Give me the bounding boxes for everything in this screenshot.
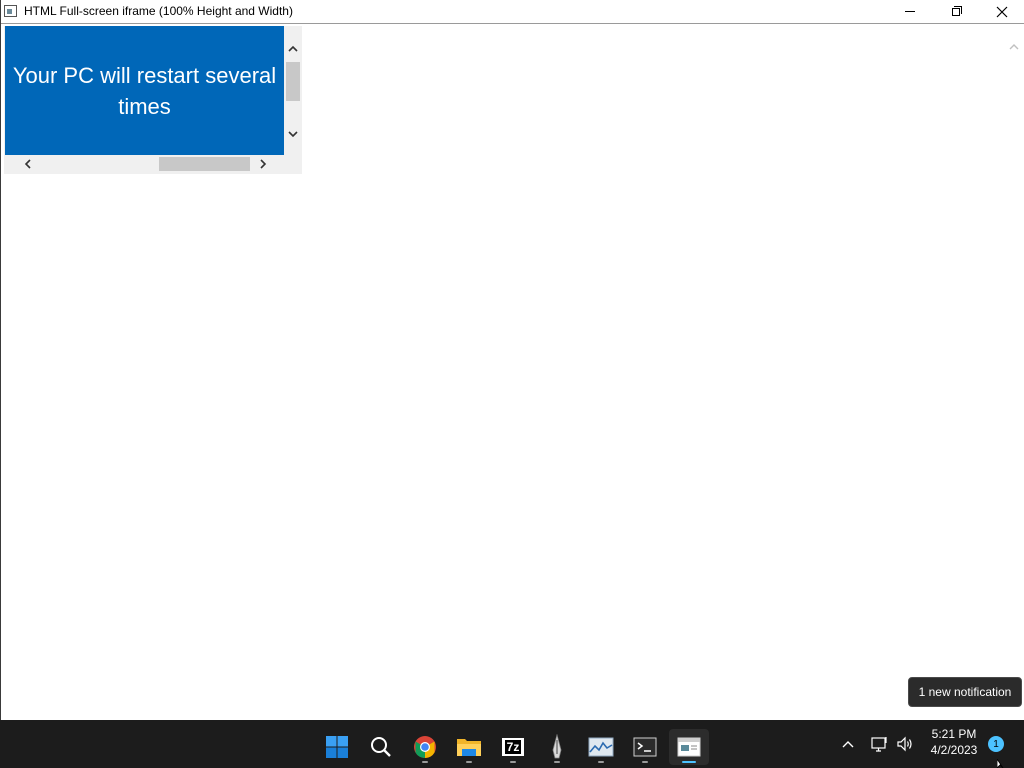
running-indicator xyxy=(554,761,560,763)
volume-button[interactable] xyxy=(895,734,915,754)
chevron-left-icon xyxy=(24,159,31,169)
restore-button[interactable] xyxy=(933,0,979,23)
chevron-up-icon xyxy=(842,741,854,748)
minimize-icon xyxy=(905,11,915,12)
folder-icon xyxy=(457,739,481,756)
running-indicator xyxy=(682,761,696,763)
running-indicator xyxy=(510,761,516,763)
running-indicator xyxy=(642,761,648,763)
chevron-up-icon xyxy=(1009,43,1019,49)
running-indicator xyxy=(466,761,472,763)
chart-icon xyxy=(588,737,614,757)
chrome-icon xyxy=(414,736,436,758)
taskbar-clock[interactable]: 5:21 PM 4/2/2023 xyxy=(920,726,988,758)
iframe-scroll-down-arrow[interactable] xyxy=(286,127,300,141)
running-indicator xyxy=(422,761,428,763)
taskbar-search-button[interactable] xyxy=(361,729,401,765)
mouse-cursor-icon xyxy=(997,759,1004,768)
close-icon xyxy=(996,6,1008,17)
notification-badge[interactable]: 1 xyxy=(988,736,1004,752)
chevron-down-icon xyxy=(288,130,298,137)
chevron-up-icon xyxy=(288,45,298,52)
restore-icon xyxy=(952,5,962,16)
taskbar-terminal-button[interactable] xyxy=(625,729,665,765)
close-button[interactable] xyxy=(979,0,1024,23)
iframe-vertical-scroll-thumb[interactable] xyxy=(286,62,300,101)
window-title: HTML Full-screen iframe (100% Height and… xyxy=(24,4,293,18)
taskbar-inkscape-button[interactable] xyxy=(537,729,577,765)
7zip-icon: 7z xyxy=(502,738,524,756)
app-window: HTML Full-screen iframe (100% Height and… xyxy=(0,0,1024,720)
iframe-scroll-up-arrow[interactable] xyxy=(286,41,300,55)
taskbar-7zip-button[interactable]: 7z xyxy=(493,729,533,765)
chevron-right-icon xyxy=(259,159,266,169)
iframe-message: Your PC will restart several times xyxy=(12,62,277,119)
iframe-horizontal-scroll-thumb[interactable] xyxy=(159,157,250,171)
search-icon xyxy=(371,737,391,757)
iframe-content: Your PC will restart several times xyxy=(5,26,284,155)
page-scroll-up-arrow[interactable] xyxy=(1007,40,1021,52)
taskbar-html-viewer-button[interactable] xyxy=(669,729,709,765)
iframe-scroll-right-arrow[interactable] xyxy=(256,157,270,171)
title-bar[interactable]: HTML Full-screen iframe (100% Height and… xyxy=(1,0,1024,24)
browser-window-icon xyxy=(677,737,701,757)
start-button[interactable] xyxy=(317,729,357,765)
running-indicator xyxy=(598,761,604,763)
minimize-button[interactable] xyxy=(887,0,933,23)
terminal-icon xyxy=(633,737,657,757)
clock-date: 4/2/2023 xyxy=(930,743,978,757)
clock-time: 5:21 PM xyxy=(931,727,977,741)
taskbar-chrome-button[interactable] xyxy=(405,729,445,765)
network-icon xyxy=(871,737,887,752)
pen-nib-icon xyxy=(552,734,562,759)
iframe-frame[interactable]: Your PC will restart several times xyxy=(4,26,302,174)
iframe-scroll-left-arrow[interactable] xyxy=(20,157,34,171)
show-hidden-icons-button[interactable] xyxy=(840,734,856,754)
taskbar-file-explorer-button[interactable] xyxy=(449,729,489,765)
windows-start-icon xyxy=(326,736,348,758)
taskbar-performance-monitor-button[interactable] xyxy=(581,729,621,765)
speaker-icon xyxy=(897,736,912,752)
notification-tooltip: 1 new notification xyxy=(908,677,1022,707)
network-status-button[interactable] xyxy=(870,734,890,754)
app-icon xyxy=(4,5,17,17)
